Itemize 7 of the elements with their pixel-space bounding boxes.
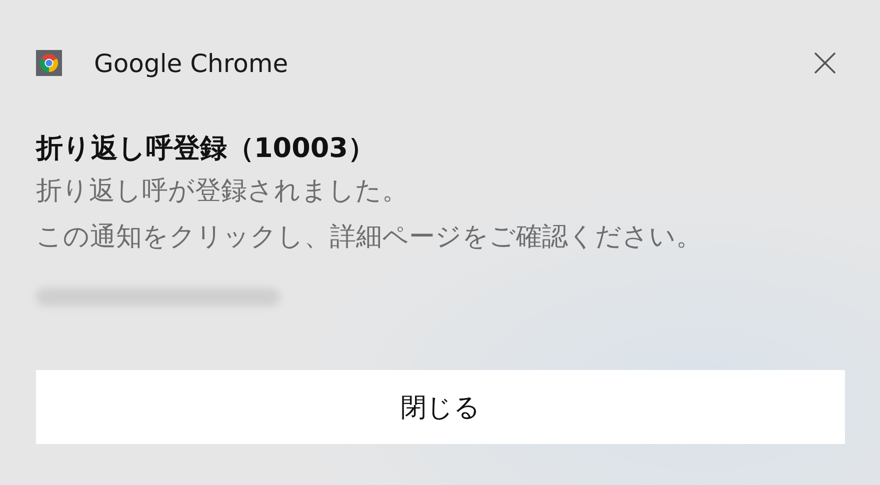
app-name: Google Chrome xyxy=(94,48,290,78)
notification-title: 折り返し呼登録（10003） xyxy=(36,132,376,166)
close-notification-button[interactable]: 閉じる xyxy=(36,370,845,444)
notification-text: 折り返し呼が登録されました。 xyxy=(36,175,409,208)
notification-text: この通知をクリックし、詳細ページをご確認ください。 xyxy=(36,221,703,254)
close-icon xyxy=(813,51,837,75)
browser-logo-icon xyxy=(36,50,62,76)
